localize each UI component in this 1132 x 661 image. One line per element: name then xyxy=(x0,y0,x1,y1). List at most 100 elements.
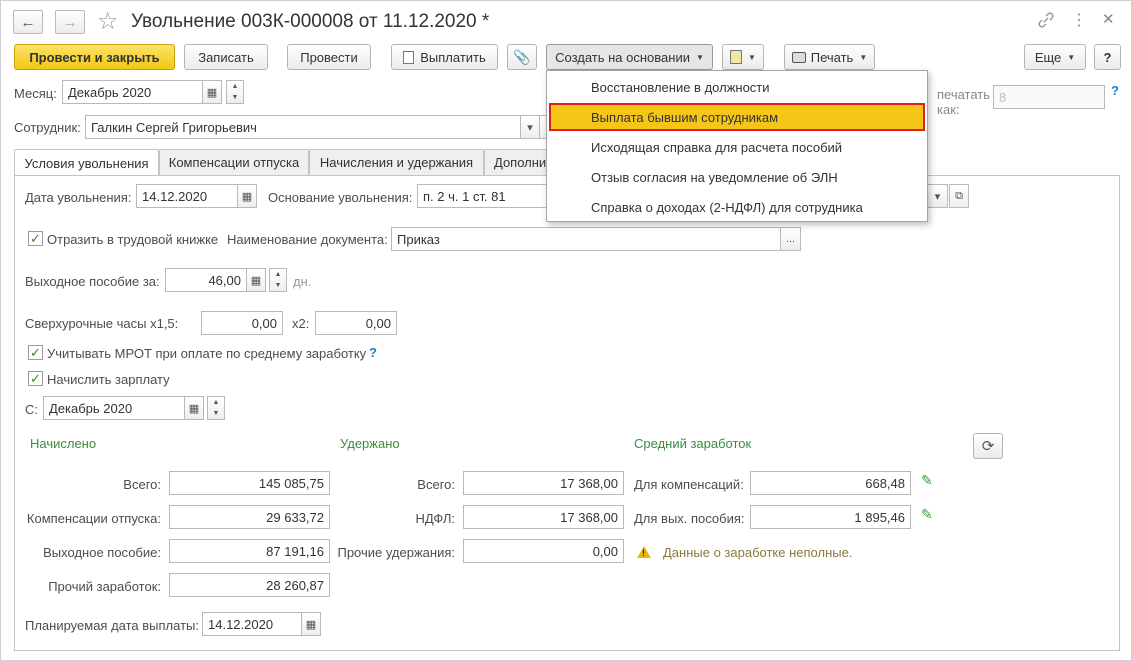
dismissal-date-label: Дата увольнения: xyxy=(25,190,132,205)
more-menu-icon[interactable]: ⋮ xyxy=(1071,10,1087,30)
accrued-total-label: Всего: xyxy=(123,477,161,492)
overtime-x15-field[interactable]: 0,00 xyxy=(201,311,283,335)
employee-field[interactable]: Галкин Сергей Григорьевич xyxy=(85,115,521,139)
menu-item-reinstatement[interactable]: Восстановление в должности xyxy=(549,73,925,101)
create-based-on-label: Создать на основании xyxy=(555,49,690,65)
print-as-field[interactable]: 8 xyxy=(993,85,1105,109)
warning-text: Данные о заработке неполные. xyxy=(663,545,853,560)
link-icon[interactable] xyxy=(1037,11,1055,32)
chevron-down-icon: ▼ xyxy=(1067,52,1076,62)
menu-item-eln-consent-withdrawal[interactable]: Отзыв согласия на уведомление об ЭЛН xyxy=(549,163,925,191)
document-icon xyxy=(403,50,415,64)
dismissal-date-field[interactable]: 14.12.2020 xyxy=(136,184,238,208)
chevron-down-icon[interactable]: ▾ xyxy=(520,115,540,139)
refresh-icon: ⟳ xyxy=(981,438,995,455)
related-docs-icon xyxy=(730,50,743,64)
print-button[interactable]: Печать ▼ xyxy=(784,44,875,70)
calendar-icon[interactable]: ▦ xyxy=(184,396,204,420)
mrot-help-icon[interactable]: ? xyxy=(369,345,377,360)
average-compensation-label: Для компенсаций: xyxy=(634,477,744,492)
accrued-other-label: Прочий заработок: xyxy=(48,579,161,594)
arrow-right-icon: → xyxy=(62,13,78,31)
accrued-vacation-field[interactable]: 29 633,72 xyxy=(169,505,330,529)
chevron-down-icon: ▼ xyxy=(859,52,868,62)
accrued-severance-label: Выходное пособие: xyxy=(43,545,161,560)
calendar-icon[interactable]: ▦ xyxy=(301,612,321,636)
paperclip-icon: 📎 xyxy=(513,48,531,65)
pencil-edit-icon[interactable]: ✎ xyxy=(921,472,933,489)
doc-name-select-button[interactable]: ... xyxy=(780,227,801,251)
tab-accruals-deductions[interactable]: Начисления и удержания xyxy=(309,149,484,175)
basis-field[interactable]: п. 2 ч. 1 ст. 81 xyxy=(417,184,549,208)
calendar-icon[interactable]: ▦ xyxy=(237,184,257,208)
tab-additional[interactable]: Дополнит xyxy=(484,149,552,175)
average-compensation-field[interactable]: 668,48 xyxy=(750,471,911,495)
post-and-close-button[interactable]: Провести и закрыть xyxy=(14,44,175,70)
employee-label: Сотрудник: xyxy=(14,120,81,135)
overtime-x2-field[interactable]: 0,00 xyxy=(315,311,397,335)
withheld-total-field[interactable]: 17 368,00 xyxy=(463,471,624,495)
planned-date-label: Планируемая дата выплаты: xyxy=(25,618,199,633)
chevron-down-icon: ▼ xyxy=(748,52,756,62)
more-button[interactable]: Еще ▼ xyxy=(1024,44,1086,70)
pay-button-label: Выплатить xyxy=(420,49,486,65)
print-as-help-icon[interactable]: ? xyxy=(1111,83,1119,98)
withheld-total-label: Всего: xyxy=(417,477,455,492)
severance-days-field[interactable]: 46,00 xyxy=(165,268,247,292)
menu-item-payment-former-employees[interactable]: Выплата бывшим сотрудникам xyxy=(549,103,925,131)
accrued-vacation-label: Компенсации отпуска: xyxy=(26,511,161,526)
pay-button[interactable]: Выплатить xyxy=(391,44,498,70)
related-docs-button[interactable]: ▼ xyxy=(722,44,764,70)
salary-checkbox[interactable]: ✓ xyxy=(28,371,43,386)
month-stepper[interactable]: ▲ ▼ xyxy=(226,80,244,104)
back-button[interactable]: ← xyxy=(13,10,43,34)
mrot-checkbox[interactable]: ✓ xyxy=(28,345,43,360)
calculator-icon[interactable]: ▦ xyxy=(246,268,266,292)
open-basis-icon[interactable]: ⧉ xyxy=(949,184,969,208)
doc-name-field[interactable]: Приказ xyxy=(391,227,781,251)
print-as-label: печатать xyxy=(937,87,991,102)
post-button[interactable]: Провести xyxy=(287,44,371,70)
attach-button[interactable]: 📎 xyxy=(507,44,537,70)
forward-button[interactable]: → xyxy=(55,10,85,34)
salary-label: Начислить зарплату xyxy=(47,372,170,387)
document-window: ← → ☆ Увольнение 003К-000008 от 11.12.20… xyxy=(0,0,1132,661)
create-based-on-menu: Восстановление в должности Выплата бывши… xyxy=(546,70,928,222)
calendar-icon[interactable]: ▦ xyxy=(202,80,222,104)
basis-label: Основание увольнения: xyxy=(268,190,413,205)
from-month-field[interactable]: Декабрь 2020 xyxy=(43,396,185,420)
more-button-label: Еще xyxy=(1034,49,1062,65)
mrot-label: Учитывать МРОТ при оплате по среднему за… xyxy=(47,346,367,361)
severance-stepper[interactable]: ▲ ▼ xyxy=(269,268,287,292)
create-based-on-button[interactable]: Создать на основании ▼ xyxy=(546,44,713,70)
accrued-total-field[interactable]: 145 085,75 xyxy=(169,471,330,495)
average-severance-field[interactable]: 1 895,46 xyxy=(750,505,911,529)
planned-date-field[interactable]: 14.12.2020 xyxy=(202,612,302,636)
menu-item-income-certificate[interactable]: Справка о доходах (2-НДФЛ) для сотрудник… xyxy=(549,193,925,221)
withheld-ndfl-label: НДФЛ: xyxy=(415,511,455,526)
tab-dismissal-conditions[interactable]: Условия увольнения xyxy=(14,149,159,176)
withheld-other-field[interactable]: 0,00 xyxy=(463,539,624,563)
pencil-edit-icon[interactable]: ✎ xyxy=(921,506,933,523)
close-icon[interactable]: ✕ xyxy=(1102,10,1115,28)
tab-vacation-compensation[interactable]: Компенсации отпуска xyxy=(159,149,309,175)
favorite-star-icon[interactable]: ☆ xyxy=(97,7,119,36)
warning-mark: ! xyxy=(642,548,645,558)
from-label: С: xyxy=(25,402,38,417)
month-field[interactable]: Декабрь 2020 xyxy=(62,80,203,104)
chevron-down-icon[interactable]: ▾ xyxy=(928,184,948,208)
window-title: Увольнение 003К-000008 от 11.12.2020 * xyxy=(131,11,490,32)
print-button-label: Печать xyxy=(810,49,854,65)
severance-unit-label: дн. xyxy=(293,274,312,289)
save-button[interactable]: Записать xyxy=(184,44,268,70)
refresh-button[interactable]: ⟳ xyxy=(973,433,1003,459)
withheld-ndfl-field[interactable]: 17 368,00 xyxy=(463,505,624,529)
menu-item-benefit-certificate[interactable]: Исходящая справка для расчета пособий xyxy=(549,133,925,161)
workbook-checkbox[interactable]: ✓ xyxy=(28,231,43,246)
withheld-other-label: Прочие удержания: xyxy=(337,545,455,560)
accrued-other-field[interactable]: 28 260,87 xyxy=(169,573,330,597)
from-month-stepper[interactable]: ▲ ▼ xyxy=(207,396,225,420)
overtime-x2-label: х2: xyxy=(292,316,310,331)
accrued-severance-field[interactable]: 87 191,16 xyxy=(169,539,330,563)
help-button[interactable]: ? xyxy=(1094,44,1121,70)
